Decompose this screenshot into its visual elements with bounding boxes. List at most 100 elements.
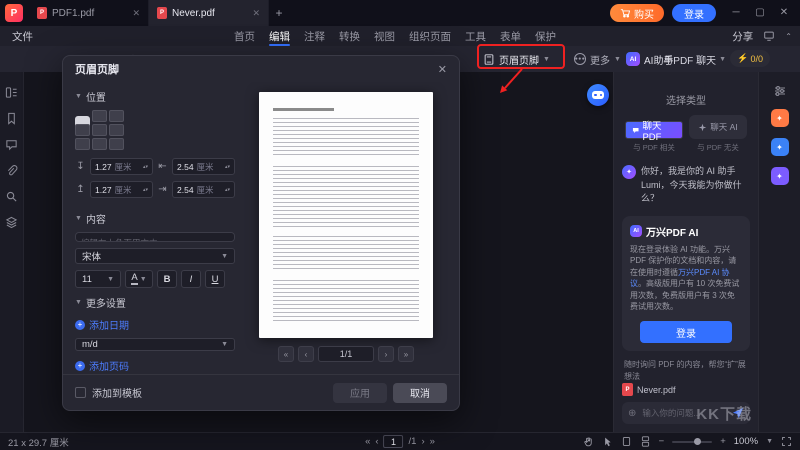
tab-convert[interactable]: 转换 — [332, 26, 367, 46]
more-button[interactable]: ●●● 更多 ▼ — [574, 46, 621, 72]
zoom-slider[interactable] — [672, 441, 712, 443]
zoom-out-button[interactable]: − — [659, 436, 665, 447]
right-margin-field[interactable]: 2.54 厘米 ▴▾ — [172, 181, 235, 198]
prev-page-button[interactable]: ‹ — [298, 346, 314, 362]
zoom-in-button[interactable]: + — [720, 436, 726, 447]
bold-button[interactable]: B — [157, 270, 177, 288]
content-section-header[interactable]: ▼内容 — [75, 211, 235, 226]
header-text-input[interactable] — [75, 232, 235, 242]
tab-home[interactable]: 首页 — [227, 26, 262, 46]
tab-forms[interactable]: 表单 — [493, 26, 528, 46]
search-icon[interactable] — [5, 190, 18, 203]
stamp-icon[interactable] — [5, 216, 18, 229]
login-button[interactable]: 登录 — [672, 4, 716, 22]
chat-ai-toggle[interactable]: 聊天 AI — [689, 115, 747, 139]
underline-button[interactable]: U — [205, 270, 225, 288]
attached-file-chip[interactable]: P Never.pdf — [622, 383, 750, 396]
zoom-caret-icon[interactable]: ▼ — [766, 438, 773, 445]
share-button[interactable]: 分享 — [732, 29, 753, 44]
preview-pager: « ‹ 1/1 › » — [278, 346, 414, 362]
pdf-file-icon: P — [157, 7, 167, 19]
new-tab-button[interactable]: + — [269, 6, 289, 20]
tab-close-icon[interactable]: ✕ — [132, 8, 140, 19]
continuous-view-icon[interactable] — [640, 436, 651, 447]
font-select[interactable]: 宋体▼ — [75, 248, 235, 264]
first-page-button[interactable]: « — [365, 436, 370, 447]
tab-never[interactable]: P Never.pdf ✕ — [149, 0, 269, 26]
font-color-button[interactable]: A▼ — [125, 270, 153, 288]
file-menu[interactable]: 文件 — [0, 29, 45, 44]
stepper-icon[interactable]: ▴▾ — [225, 188, 230, 192]
buy-button[interactable]: 购买 — [610, 4, 664, 22]
hand-tool-icon[interactable] — [583, 436, 594, 447]
tab-pdf1[interactable]: P PDF1.pdf ✕ — [29, 0, 149, 26]
add-attachment-icon[interactable]: ⊕ — [628, 408, 636, 419]
tab-edit[interactable]: 编辑 — [262, 26, 297, 46]
next-page-button[interactable]: › — [378, 346, 394, 362]
last-page-button[interactable]: » — [430, 436, 435, 447]
right-sidebar: ✦ ✦ ✦ — [758, 72, 800, 432]
add-page-number-link[interactable]: + 添加页码 — [75, 358, 235, 373]
stepper-icon[interactable]: ▴▾ — [143, 165, 148, 169]
chat-pdf-toggle[interactable]: 聊天 PDF — [625, 121, 683, 139]
tab-label: Never.pdf — [172, 8, 215, 19]
promo-purple-icon[interactable]: ✦ — [771, 167, 789, 185]
tab-comment[interactable]: 注释 — [297, 26, 332, 46]
chat-pdf-caption: 与 PDF 相关 — [625, 142, 683, 153]
left-margin-field[interactable]: 2.54 厘米 ▴▾ — [172, 158, 235, 175]
ai-chat-panel: 选择类型 聊天 PDF 聊天 AI 与 PDF 相关 与 PDF 无关 ✦ 你好… — [613, 72, 758, 432]
plus-icon: + — [75, 320, 85, 330]
zoom-slider-knob[interactable] — [694, 438, 701, 445]
promo-orange-icon[interactable]: ✦ — [771, 109, 789, 127]
select-tool-icon[interactable] — [602, 436, 613, 447]
zoom-level[interactable]: 100% — [734, 436, 758, 447]
maximize-button[interactable]: ▢ — [748, 0, 772, 26]
floating-ai-bubble[interactable] — [587, 84, 609, 106]
last-page-button[interactable]: » — [398, 346, 414, 362]
tab-close-icon[interactable]: ✕ — [252, 8, 260, 19]
tab-protect[interactable]: 保护 — [528, 26, 563, 46]
bookmark-icon[interactable] — [5, 112, 18, 125]
next-page-button[interactable]: › — [421, 436, 424, 447]
stepper-icon[interactable]: ▴▾ — [225, 165, 230, 169]
position-section-header[interactable]: ▼位置 — [75, 89, 235, 104]
date-format-select[interactable]: m/d▼ — [75, 338, 235, 351]
bottom-margin-field[interactable]: 1.27 厘米 ▴▾ — [90, 181, 153, 198]
tab-tools[interactable]: 工具 — [458, 26, 493, 46]
promo-blue-icon[interactable]: ✦ — [771, 138, 789, 156]
position-grid[interactable] — [75, 110, 235, 150]
card-text: 。高级版用户有 10 次免费试用次数，免费版用户有 3 次免费试用次数。 — [630, 279, 739, 311]
collapse-ribbon-icon[interactable]: ⌃ — [785, 32, 792, 41]
prev-page-button[interactable]: ‹ — [375, 436, 378, 447]
first-page-button[interactable]: « — [278, 346, 294, 362]
cancel-button[interactable]: 取消 — [393, 383, 447, 403]
cart-icon — [620, 8, 630, 18]
tab-view[interactable]: 视图 — [367, 26, 402, 46]
comment-icon[interactable] — [5, 138, 18, 151]
thumbnail-icon[interactable] — [5, 86, 18, 99]
apply-button[interactable]: 应用 — [333, 383, 387, 403]
robot-face-icon — [592, 91, 604, 99]
tab-organize[interactable]: 组织页面 — [402, 26, 458, 46]
stepper-icon[interactable]: ▴▾ — [143, 188, 148, 192]
buy-label: 购买 — [634, 6, 654, 21]
display-icon[interactable] — [763, 30, 775, 42]
fullscreen-icon[interactable] — [781, 436, 792, 447]
italic-button[interactable]: I — [181, 270, 201, 288]
sliders-icon[interactable] — [773, 84, 787, 98]
page-size-label: 21 x 29.7 厘米 — [8, 435, 69, 449]
top-margin-field[interactable]: 1.27 厘米 ▴▾ — [90, 158, 153, 175]
font-size-select[interactable]: 11▼ — [75, 270, 121, 288]
panel-login-button[interactable]: 登录 — [640, 321, 732, 343]
dialog-close-icon[interactable]: ✕ — [438, 63, 447, 76]
page-number-input[interactable] — [384, 435, 404, 448]
more-settings-header[interactable]: ▼更多设置 — [75, 295, 235, 310]
close-button[interactable]: ✕ — [772, 0, 796, 26]
attachment-icon[interactable] — [5, 164, 18, 177]
ai-quota-badge[interactable]: ⚡ 0/0 — [730, 50, 770, 67]
chat-mode-dropdown[interactable]: 与PDF 聊天 ▼ — [663, 46, 726, 72]
single-page-view-icon[interactable] — [621, 436, 632, 447]
minimize-button[interactable]: ─ — [724, 0, 748, 26]
add-date-link[interactable]: + 添加日期 — [75, 317, 235, 332]
add-to-template-checkbox[interactable] — [75, 387, 86, 398]
